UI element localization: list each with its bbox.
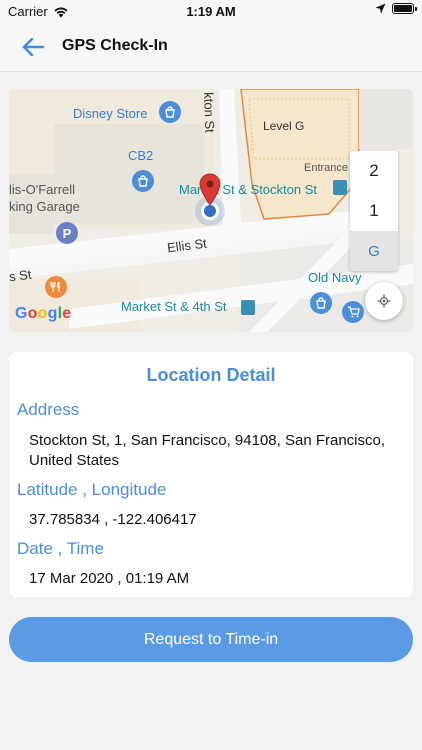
map-label-level-g: Level G: [263, 119, 305, 133]
request-time-in-button[interactable]: Request to Time-in: [9, 617, 413, 662]
nav-bar: GPS Check-In: [0, 22, 422, 72]
shopping-bag-icon: [132, 170, 154, 192]
floor-item-2[interactable]: 2: [350, 151, 398, 191]
map-label-entrance: Entrance /: [304, 162, 355, 174]
datetime-value: 17 Mar 2020 , 01:19 AM: [29, 570, 190, 587]
floor-item-1[interactable]: 1: [350, 191, 398, 231]
shopping-bag-icon: [159, 101, 181, 123]
map-pin-icon: [199, 173, 221, 206]
map-label-cb2: CB2: [128, 148, 154, 163]
map-view[interactable]: Disney Store kton St Level G CB2 Entranc…: [9, 89, 413, 332]
parking-icon: P: [56, 222, 78, 244]
datetime-label: Date , Time: [17, 539, 104, 558]
map-label-ofarrell-1: lis-O'Farrell: [9, 182, 76, 197]
map-label-stockton-st: kton St: [201, 92, 218, 133]
page-title: GPS Check-In: [62, 37, 168, 54]
shopping-cart-icon: [342, 301, 364, 323]
status-right: [375, 3, 417, 14]
map-label-s-st: s St: [9, 266, 33, 285]
location-arrow-icon: [375, 3, 386, 14]
floor-picker: 2 1 G: [350, 151, 398, 271]
map-label-disney-store: Disney Store: [73, 106, 148, 121]
floor-item-g[interactable]: G: [350, 231, 398, 271]
latlng-label: Latitude , Longitude: [17, 480, 167, 499]
location-detail-title: Location Detail: [146, 365, 276, 385]
latlng-value: 37.785834 , -122.406417: [29, 511, 197, 528]
back-button[interactable]: [18, 34, 48, 60]
battery-fill: [394, 5, 412, 12]
transit-icon: [241, 300, 255, 315]
battery-icon: [392, 3, 417, 14]
my-location-button[interactable]: [365, 282, 403, 320]
status-bar: Carrier 1:19 AM: [0, 0, 422, 22]
crosshair-icon: [377, 294, 391, 308]
transit-icon: [333, 180, 347, 195]
location-detail-card: Location Detail Address Stockton St, 1, …: [9, 352, 413, 597]
map-label-old-navy: Old Navy: [308, 270, 362, 285]
address-label: Address: [17, 400, 80, 419]
google-logo: Google: [15, 305, 72, 322]
map-label-ofarrell-2: king Garage: [9, 199, 80, 214]
shopping-bag-icon: [310, 292, 332, 314]
status-time: 1:19 AM: [186, 4, 236, 19]
map-label-market-4th: Market St & 4th St: [121, 299, 227, 314]
address-value: Stockton St, 1, San Francisco, 94108, Sa…: [29, 432, 386, 469]
restaurant-icon: [45, 276, 67, 298]
arrow-left-icon: [22, 37, 45, 57]
